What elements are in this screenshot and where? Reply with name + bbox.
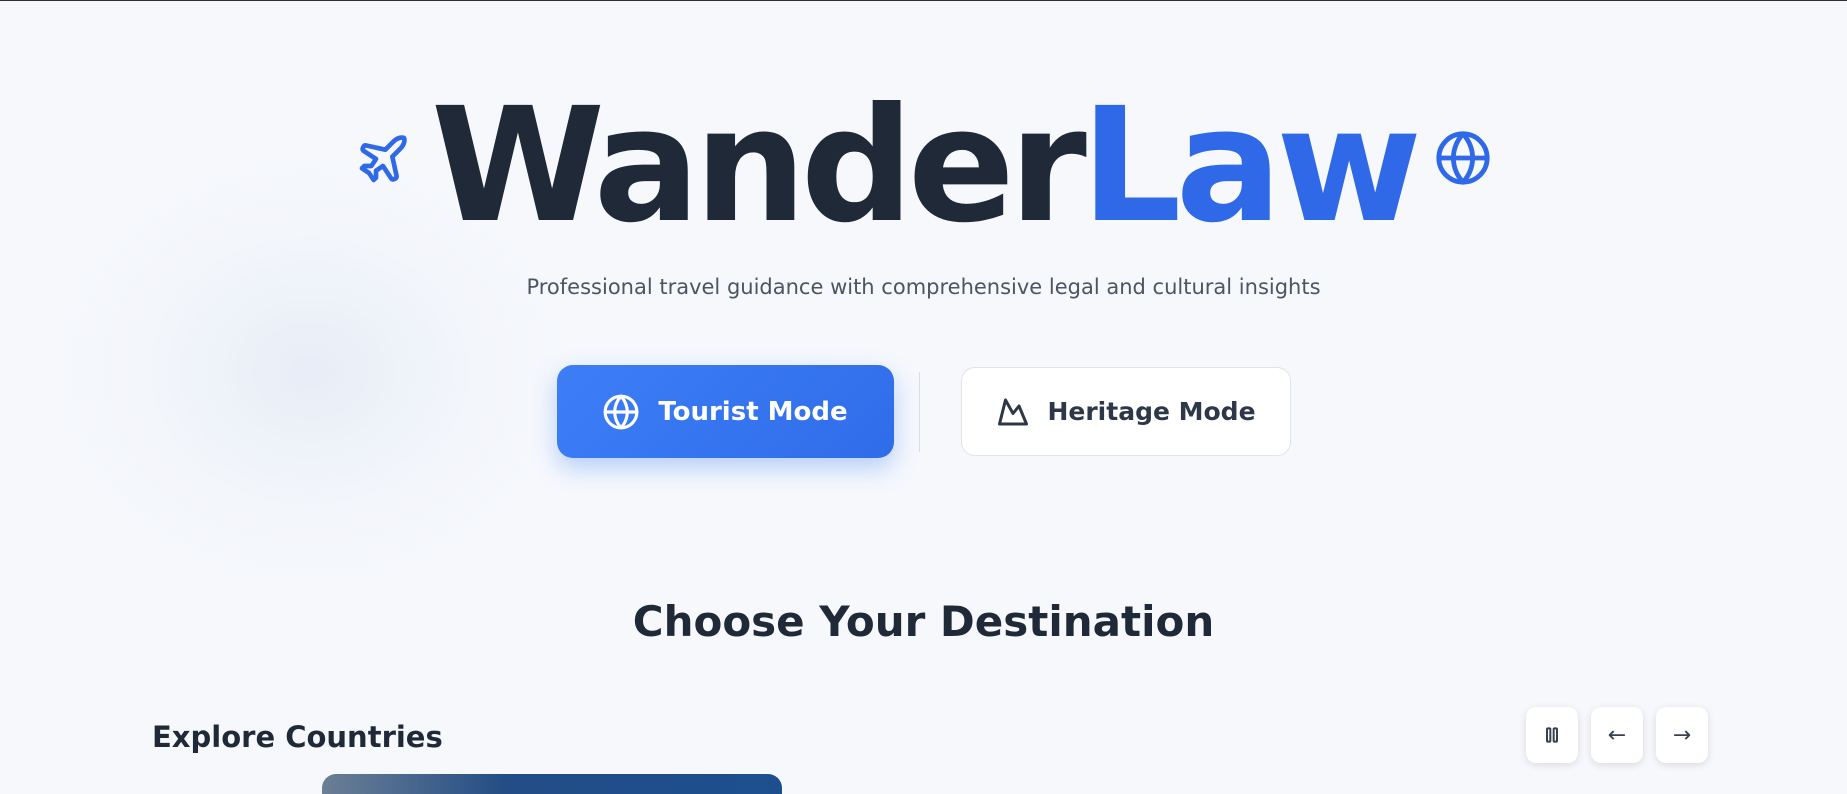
tourist-mode-label: Tourist Mode xyxy=(658,396,848,427)
mountain-icon xyxy=(995,394,1031,430)
explore-countries-heading: Explore Countries xyxy=(152,720,443,754)
mode-switcher: Tourist Mode Heritage Mode xyxy=(0,365,1847,458)
section-title: Choose Your Destination xyxy=(632,597,1215,646)
airplane-icon xyxy=(355,131,411,187)
brand-header: WanderLaw xyxy=(0,87,1847,245)
globe-icon xyxy=(1434,129,1492,187)
brand-title-blue: Law xyxy=(1080,74,1422,258)
pause-icon xyxy=(1542,725,1562,745)
hero-subtitle: Professional travel guidance with compre… xyxy=(526,275,1321,299)
pause-button[interactable] xyxy=(1526,707,1578,763)
arrow-left-icon: ← xyxy=(1607,722,1627,748)
country-card[interactable] xyxy=(322,774,782,794)
carousel-controls: ← → xyxy=(1526,707,1708,763)
brand-title-dark: Wander xyxy=(430,74,1087,258)
mode-divider xyxy=(918,371,920,452)
globe-icon xyxy=(602,393,640,431)
heritage-mode-label: Heritage Mode xyxy=(1047,397,1256,426)
brand-title: WanderLaw xyxy=(431,87,1422,245)
previous-button[interactable]: ← xyxy=(1591,707,1643,763)
next-button[interactable]: → xyxy=(1656,707,1708,763)
heritage-mode-button[interactable]: Heritage Mode xyxy=(960,367,1291,456)
arrow-right-icon: → xyxy=(1672,722,1692,748)
tourist-mode-button[interactable]: Tourist Mode xyxy=(556,365,894,458)
